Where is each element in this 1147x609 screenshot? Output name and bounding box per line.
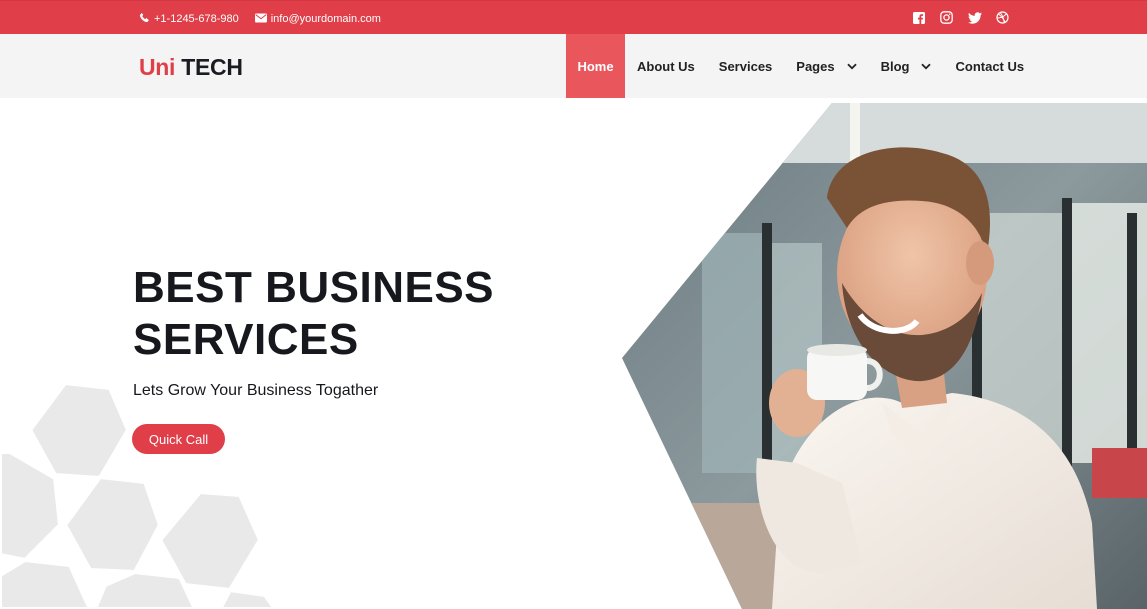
phone-number: +1-1245-678-980 xyxy=(154,13,239,25)
envelope-icon xyxy=(254,13,267,26)
email-link[interactable]: info@yourdomain.com xyxy=(254,12,381,26)
hero-photo-man-drinking-coffee xyxy=(622,103,1147,609)
instagram-icon[interactable] xyxy=(939,10,954,25)
chevron-down-icon xyxy=(846,63,857,70)
hexagon-pattern-decoration xyxy=(0,380,278,609)
nav-item-pages[interactable]: Pages xyxy=(784,34,868,98)
quick-call-button[interactable]: Quick Call xyxy=(132,424,225,454)
nav-item-services[interactable]: Services xyxy=(707,34,785,98)
nav-item-label: About Us xyxy=(637,58,695,74)
nav-item-blog[interactable]: Blog xyxy=(869,34,944,98)
phone-icon xyxy=(139,12,150,26)
facebook-icon[interactable] xyxy=(911,10,926,25)
nav-menu: Home About Us Services Pages Blog Contac… xyxy=(566,34,1036,98)
main-navbar: Uni TECH Home About Us Services Pages Bl… xyxy=(0,34,1147,98)
nav-item-about-us[interactable]: About Us xyxy=(625,34,707,98)
nav-item-contact-us[interactable]: Contact Us xyxy=(943,34,1036,98)
chevron-down-icon xyxy=(921,63,932,70)
nav-item-home[interactable]: Home xyxy=(566,34,625,98)
nav-item-label: Pages xyxy=(796,58,835,74)
brand-logo[interactable]: Uni TECH xyxy=(139,54,243,81)
hero-subtitle: Lets Grow Your Business Togather xyxy=(133,382,379,399)
twitter-icon[interactable] xyxy=(967,10,982,25)
nav-item-label: Services xyxy=(718,58,773,74)
nav-item-label: Home xyxy=(577,58,614,74)
social-links xyxy=(911,10,1010,25)
page: +1-1245-678-980 info@yourdomain.com Uni … xyxy=(0,0,1147,609)
phone-link[interactable]: +1-1245-678-980 xyxy=(139,12,239,26)
dribbble-icon[interactable] xyxy=(995,10,1010,25)
hero-title: BEST BUSINESS SERVICES xyxy=(133,262,494,366)
contact-info: +1-1245-678-980 info@yourdomain.com xyxy=(139,12,381,26)
brand-logo-part1: Uni xyxy=(139,54,176,80)
email-address: info@yourdomain.com xyxy=(270,13,381,25)
hero-title-line2: SERVICES xyxy=(133,315,359,364)
top-bar: +1-1245-678-980 info@yourdomain.com xyxy=(0,0,1147,34)
nav-item-label: Contact Us xyxy=(955,58,1025,74)
hero-title-line1: BEST BUSINESS xyxy=(133,263,495,312)
brand-logo-part2: TECH xyxy=(181,54,243,80)
nav-item-label: Blog xyxy=(880,58,910,74)
